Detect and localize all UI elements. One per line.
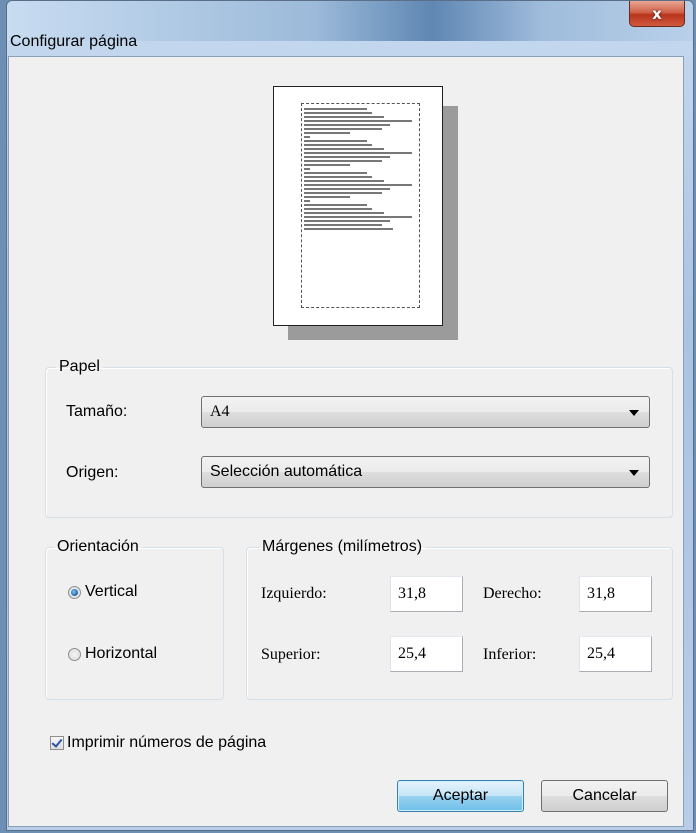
close-icon: x — [652, 4, 662, 23]
cancel-button[interactable]: Cancelar — [541, 780, 668, 812]
checkbox-icon — [50, 736, 64, 750]
left-margin-input[interactable]: 31,8 — [390, 576, 463, 612]
radio-horizontal[interactable]: Horizontal — [68, 645, 157, 663]
radio-vertical-label: Vertical — [85, 583, 138, 600]
radio-icon — [68, 585, 81, 599]
margins-legend: Márgenes (milímetros) — [262, 538, 423, 555]
print-page-numbers-checkbox[interactable]: Imprimir números de página — [50, 734, 266, 752]
margins-group: Márgenes (milímetros) — [246, 538, 673, 700]
right-margin-label: Derecho: — [483, 585, 542, 602]
orientation-group: Orientación — [45, 538, 224, 700]
size-value: A4 — [210, 403, 230, 420]
bottom-margin-label: Inferior: — [483, 646, 537, 663]
window-title: Configurar página — [10, 33, 138, 50]
top-margin-input[interactable]: 25,4 — [390, 636, 463, 672]
orientation-legend: Orientación — [57, 538, 139, 555]
left-margin-label: Izquierdo: — [261, 585, 327, 602]
ok-button[interactable]: Aceptar — [397, 780, 524, 812]
dropdown-arrow-icon — [629, 470, 639, 476]
radio-vertical[interactable]: Vertical — [68, 583, 137, 601]
paper-legend: Papel — [59, 358, 100, 375]
source-label: Origen: — [66, 464, 119, 481]
print-page-numbers-label: Imprimir números de página — [67, 734, 267, 751]
dropdown-arrow-icon — [629, 410, 639, 416]
size-label: Tamaño: — [66, 403, 128, 420]
radio-icon — [68, 647, 81, 661]
close-button[interactable]: x — [629, 1, 685, 27]
top-margin-label: Superior: — [261, 646, 321, 663]
radio-horizontal-label: Horizontal — [85, 645, 158, 662]
source-dropdown[interactable]: Selección automática — [201, 456, 650, 488]
paper-group: Papel — [45, 358, 673, 518]
right-margin-input[interactable]: 31,8 — [579, 576, 652, 612]
preview-text-lines — [304, 108, 418, 304]
bottom-margin-input[interactable]: 25,4 — [579, 636, 652, 672]
size-dropdown[interactable]: A4 — [201, 396, 650, 428]
source-value: Selección automática — [210, 463, 363, 480]
